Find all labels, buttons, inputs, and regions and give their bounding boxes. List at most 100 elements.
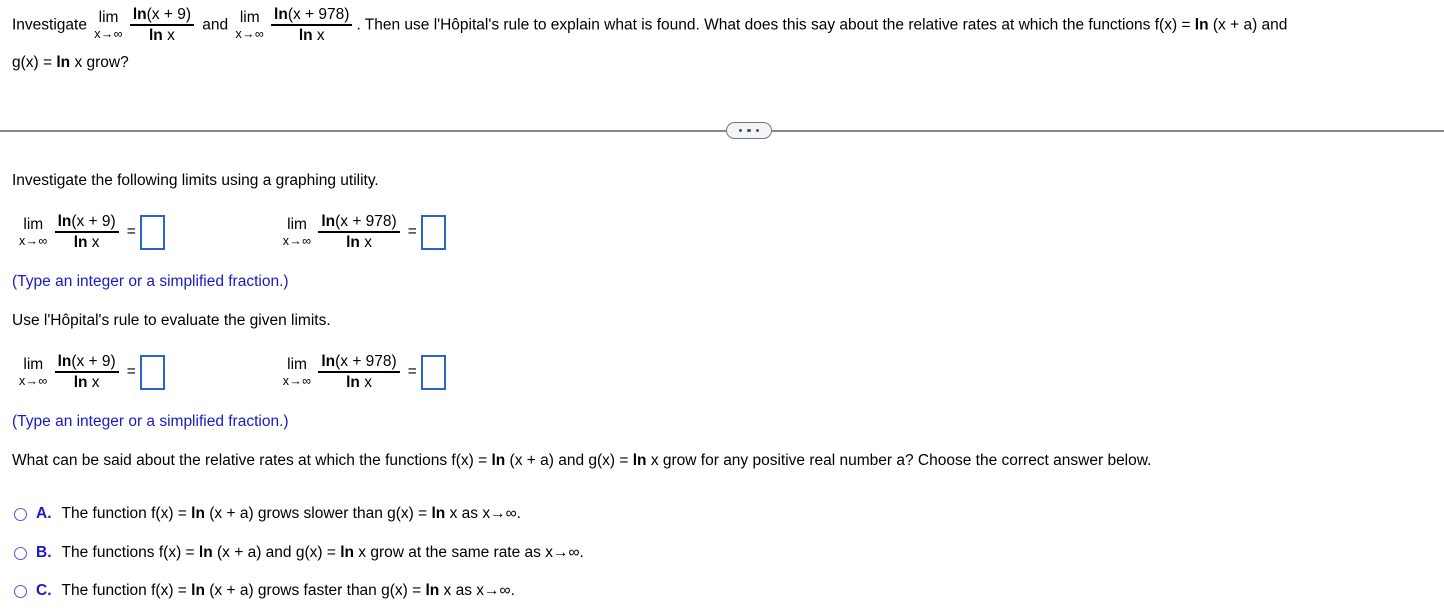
choice-text: The function f(x) = ln (x + a) grows slo… [62,505,521,523]
ln-symbol: ln [431,505,446,522]
statement-tail-rest: (x + a) and [1208,16,1288,34]
gx-rest: x grow? [70,54,129,72]
denominator-argument: x [91,233,100,251]
answer-input-2[interactable] [420,214,446,250]
ellipsis-dot-icon [747,128,751,133]
choice-b[interactable]: B. The functions f(x) = ln (x + a) and g… [14,544,584,562]
radio-button-icon[interactable] [14,584,27,598]
radio-button-icon[interactable] [14,546,27,560]
fraction-numerator: ln(x + 978) [271,6,352,24]
ln-symbol: ln [346,233,360,251]
ln-symbol: ln [198,544,213,561]
fraction-denominator: ln x [343,233,375,251]
choice-text: The function f(x) = ln (x + a) grows fas… [62,582,515,600]
denominator-argument: x [91,373,100,391]
choice-part-1: The function f(x) = [61,505,192,522]
choice-part-1: The function f(x) = [61,582,192,599]
denominator-argument: x [364,233,372,251]
fraction: ln(x + 9) ln x [54,353,119,391]
choice-letter: B. [36,544,52,561]
choice-part-3: x as x→∞. [445,505,521,522]
ln-symbol: ln [1194,16,1209,34]
section-divider [0,122,1444,140]
fraction-numerator: ln(x + 9) [55,353,119,371]
question-part-2: (x + a) and g(x) = [505,452,633,469]
limit-expression-1: lim x→∞ ln(x + 9) ln x = [16,213,165,251]
choice-letter: A. [36,505,52,522]
divider-rule [0,130,1444,132]
header-limit-expression-2: lim x→∞ ln(x + 978) ln x [232,6,356,44]
limit-operator: lim x→∞ [19,355,48,389]
gx-label: g(x) = [12,54,57,72]
ln-symbol: ln [632,452,647,469]
limit-operator: lim x→∞ [94,8,123,42]
fraction: ln(x + 9) ln x [129,6,194,44]
equals-sign: = [126,363,136,381]
ln-symbol: ln [340,544,354,561]
section-1-prompt: Investigate the following limits using a… [12,172,379,189]
ln-symbol: ln [56,54,71,72]
ln-symbol: ln [57,213,72,230]
limit-expression-2: lim x→∞ ln(x + 978) ln x = [280,213,446,251]
equals-sign: = [407,223,417,241]
fraction-denominator: ln x [296,26,328,44]
denominator-argument: x [167,26,175,44]
numerator-argument: (x + 9) [71,353,116,370]
ln-symbol: ln [274,6,288,23]
numerator-argument: (x + 9) [71,213,116,230]
fraction-numerator: ln(x + 9) [55,213,119,231]
choice-part-2: (x + a) grows slower than g(x) = [204,505,432,522]
fraction-denominator: ln x [146,26,178,44]
numerator-argument: (x + 9) [146,6,191,23]
statement-conjunction: and [202,16,229,34]
question-part-1: What can be said about the relative rate… [12,452,492,469]
numerator-argument: (x + 978) [335,353,397,370]
choice-part-2: (x + a) grows faster than g(x) = [204,582,426,599]
answer-input-4[interactable] [420,354,446,390]
section-1-limits: lim x→∞ ln(x + 9) ln x = lim x→∞ ln(x + … [16,213,446,251]
ln-symbol: ln [321,213,336,230]
fraction-numerator: ln(x + 978) [318,353,399,371]
problem-statement: Investigate lim x→∞ ln(x + 9) ln x and l… [12,6,1444,73]
ln-symbol: ln [491,452,506,469]
expand-ellipsis-button[interactable] [726,122,772,139]
ln-symbol: ln [346,373,360,391]
fraction-denominator: ln x [71,373,103,391]
limit-operator: lim x→∞ [282,215,312,249]
radio-button-icon[interactable] [14,507,27,521]
section-1-hint: (Type an integer or a simplified fractio… [12,273,289,290]
answer-input-3[interactable] [139,354,165,390]
choice-part-3: x grow at the same rate as x→∞. [353,544,584,561]
fraction-numerator: ln(x + 9) [130,6,194,24]
limit-operator: lim x→∞ [235,8,265,42]
section-2-prompt: Use l'Hôpital's rule to evaluate the giv… [12,312,331,329]
choice-letter: C. [36,582,52,599]
ln-symbol: ln [73,233,88,251]
choice-a[interactable]: A. The function f(x) = ln (x + a) grows … [14,505,521,523]
fraction: ln(x + 978) ln x [318,213,400,251]
equals-sign: = [126,223,136,241]
problem-statement-line-1: Investigate lim x→∞ ln(x + 9) ln x and l… [12,6,1444,44]
limit-expression-4: lim x→∞ ln(x + 978) ln x = [280,353,446,391]
problem-statement-line-2: g(x) = ln x grow? [12,54,1444,73]
question-part-3: x grow for any positive real number a? C… [646,452,1152,469]
limit-expression-3: lim x→∞ ln(x + 9) ln x = [16,353,165,391]
fraction: ln(x + 9) ln x [54,213,119,251]
choice-part-3: x as x→∞. [439,582,515,599]
choice-c[interactable]: C. The function f(x) = ln (x + a) grows … [14,582,515,600]
fraction-denominator: ln x [71,233,103,251]
ln-symbol: ln [57,353,72,370]
ln-symbol: ln [148,26,163,44]
limit-operator: lim x→∞ [19,215,48,249]
section-2-hint: (Type an integer or a simplified fractio… [12,413,289,430]
header-limit-expression-1: lim x→∞ ln(x + 9) ln x [91,6,198,44]
choice-part-2: (x + a) and g(x) = [212,544,341,561]
fraction-denominator: ln x [343,373,375,391]
ln-symbol: ln [321,353,336,370]
denominator-argument: x [364,373,372,391]
numerator-argument: (x + 978) [287,6,350,23]
ellipsis-dot-icon [738,128,743,133]
ellipsis-dot-icon [755,128,760,133]
multiple-choice-question: What can be said about the relative rate… [12,452,1151,470]
answer-input-1[interactable] [139,214,165,250]
